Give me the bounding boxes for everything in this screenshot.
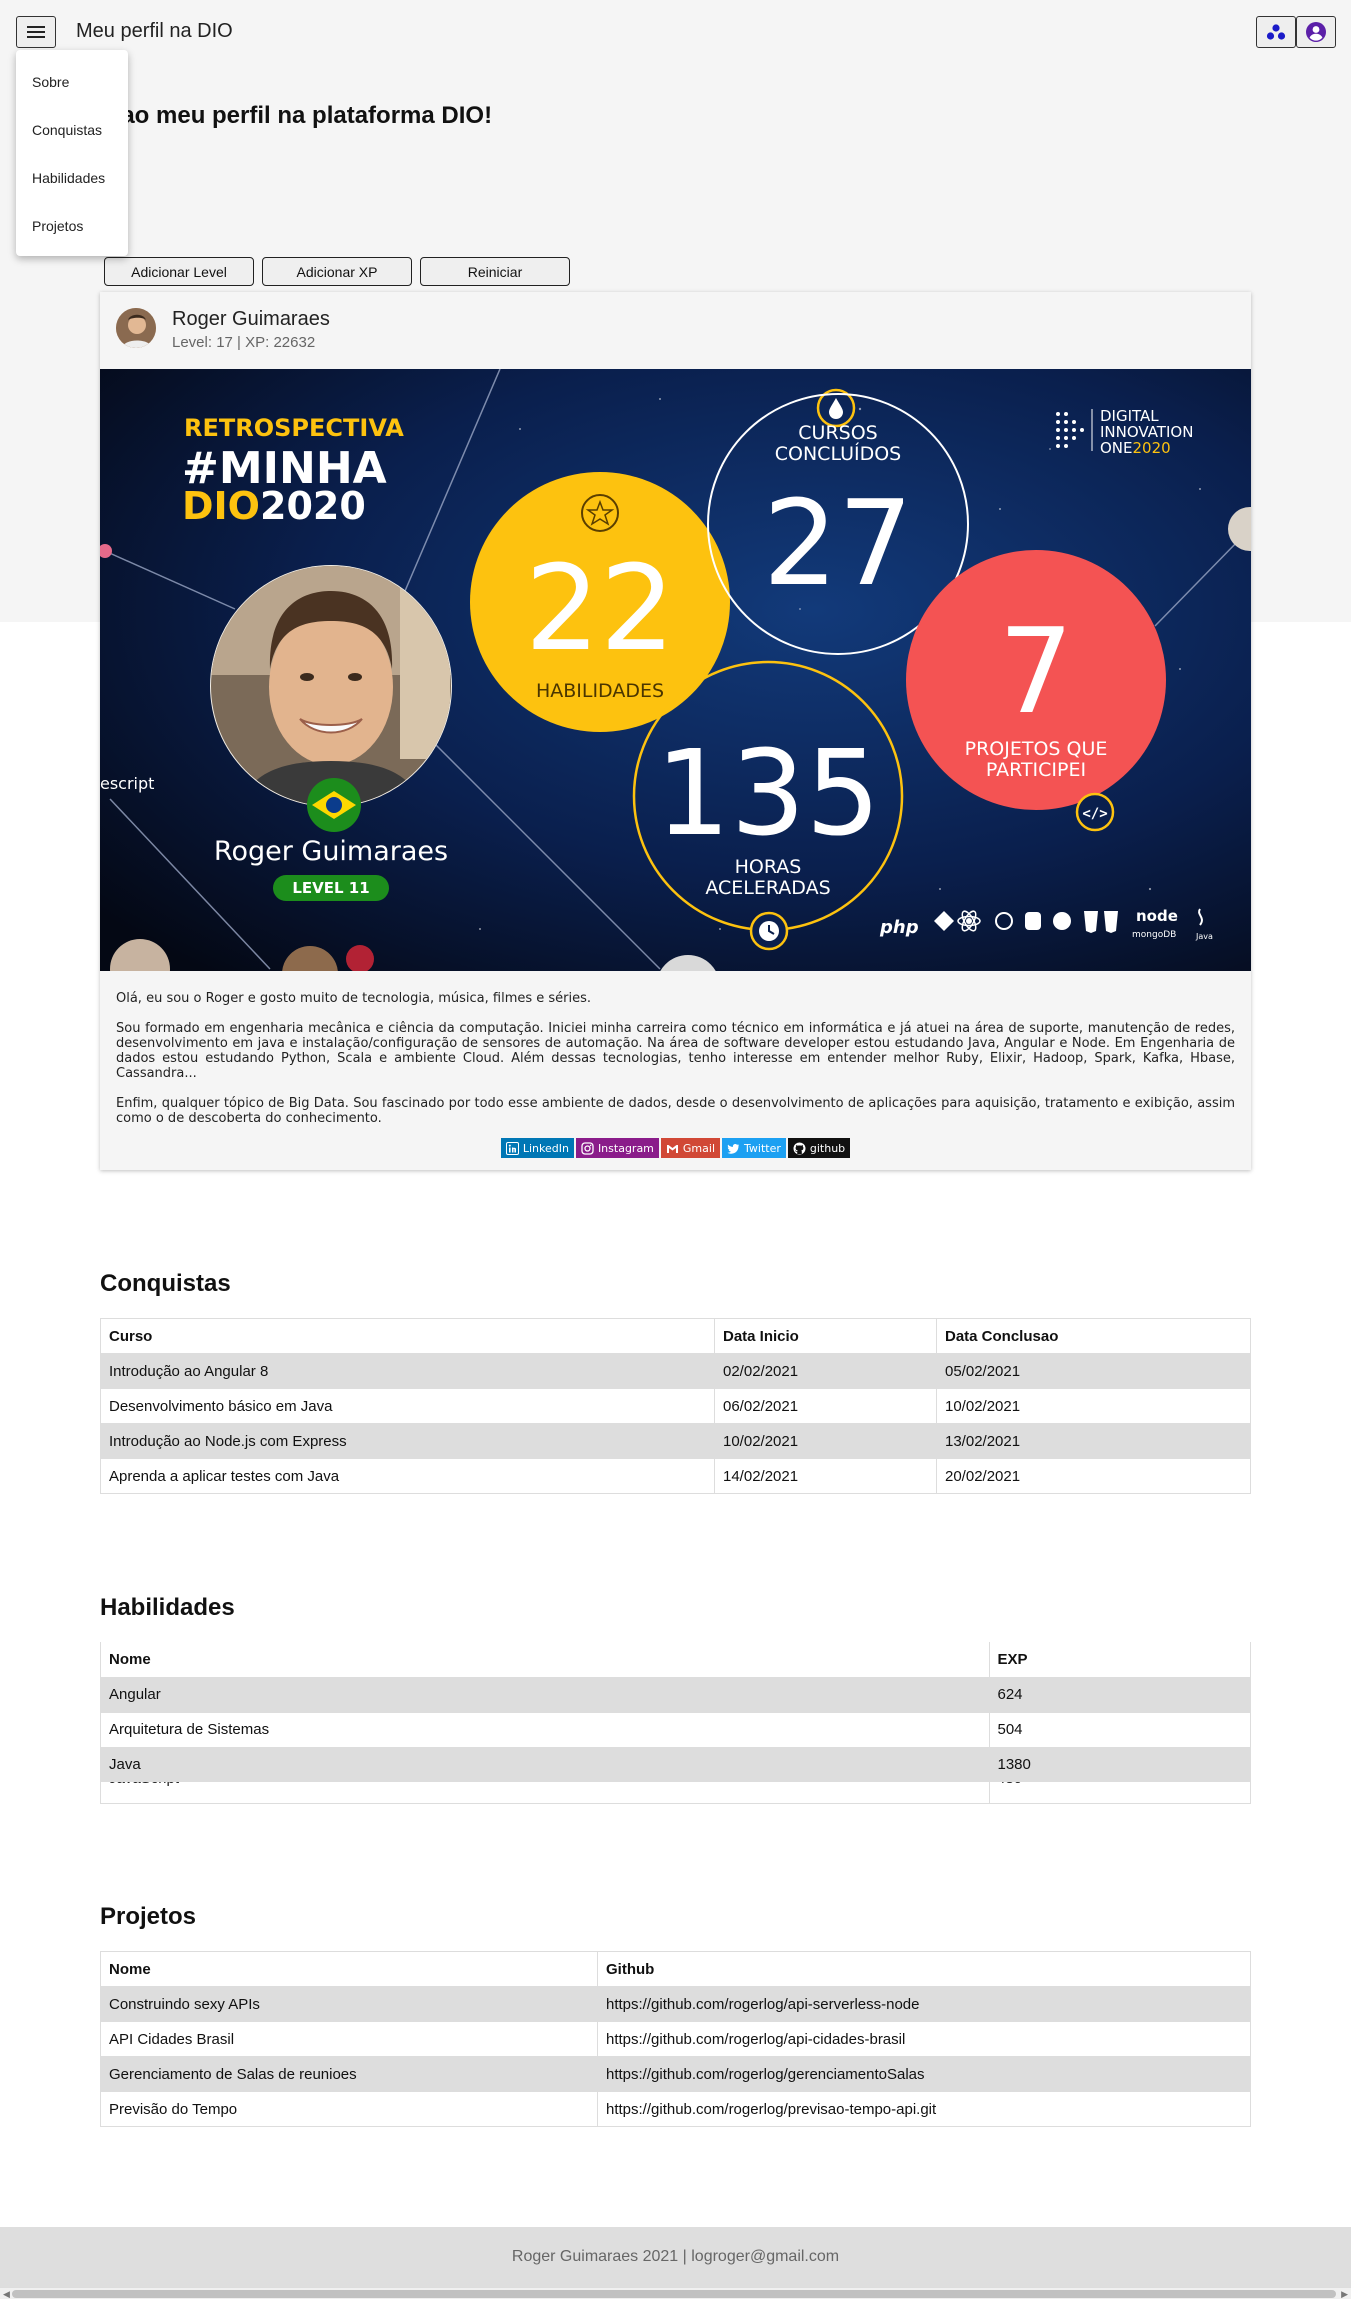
scroll-right-arrow-icon[interactable]: ▶: [1341, 2288, 1348, 2300]
courses-number: 27: [763, 474, 913, 612]
gmail-icon: [666, 1144, 678, 1153]
profile-card: Roger Guimaraes Level: 17 | XP: 22632 RE…: [100, 292, 1251, 1170]
svg-text:escript: escript: [100, 774, 154, 793]
table-row: Introdução ao Angular 8 02/02/2021 05/02…: [100, 1353, 1251, 1389]
column-header: Nome: [101, 1642, 990, 1678]
column-header: Data Conclusao: [936, 1318, 1251, 1354]
section-title-habilidades: Habilidades: [100, 1594, 235, 1621]
svg-text:CURSOS: CURSOS: [798, 422, 877, 444]
github-link[interactable]: https://github.com/rogerlog/previsao-tem…: [597, 2091, 1251, 2127]
svg-text:CONCLUÍDOS: CONCLUÍDOS: [775, 442, 902, 465]
column-header: Github: [597, 1951, 1251, 1987]
profile-name: Roger Guimaraes: [172, 308, 330, 330]
profile-bio: Olá, eu sou o Roger e gosto muito de tec…: [116, 991, 1235, 1141]
banner-year-text: 2020: [260, 484, 366, 528]
table-row: Arquitetura de Sistemas 504: [101, 1711, 1250, 1748]
instagram-icon: [581, 1141, 594, 1155]
banner-person-name: Roger Guimaraes: [214, 836, 448, 867]
linkedin-icon: [505, 1141, 519, 1155]
table-row: Introdução ao Node.js com Express 10/02/…: [100, 1423, 1251, 1459]
section-title-conquistas: Conquistas: [100, 1270, 231, 1297]
conquistas-table: Curso Data Inicio Data Conclusao Introdu…: [100, 1318, 1251, 1494]
avatar: [116, 308, 156, 348]
habilidades-table: Nome EXP Angular 624 Arquitetura de Sist…: [101, 1642, 1250, 1782]
habilidades-table-container[interactable]: JavaScript 480 Nome EXP Angular 624 Arqu…: [100, 1642, 1251, 1804]
add-level-button[interactable]: Adicionar Level: [104, 257, 254, 286]
section-title-projetos: Projetos: [100, 1903, 197, 1930]
column-header: Nome: [100, 1951, 598, 1987]
twitter-icon: [727, 1143, 739, 1154]
welcome-heading: o ao meu perfil na plataforma DIO!: [100, 102, 493, 129]
banner-level-pill: LEVEL 11: [292, 879, 369, 897]
github-link[interactable]: https://github.com/rogerlog/gerenciament…: [597, 2056, 1251, 2092]
scrollbar-thumb[interactable]: [12, 2290, 1336, 2298]
table-row: API Cidades Brasil https://github.com/ro…: [100, 2021, 1251, 2057]
svg-text:ONE2020: ONE2020: [1100, 439, 1171, 457]
column-header: EXP: [989, 1642, 1250, 1678]
horizontal-scrollbar[interactable]: ◀ ▶: [0, 2287, 1351, 2299]
app-title: Meu perfil na DIO: [76, 20, 233, 42]
footer: Roger Guimaraes 2021 | logroger@gmail.co…: [0, 2227, 1351, 2287]
profile-level-xp: Level: 17 | XP: 22632: [172, 334, 316, 351]
svg-text:PARTICIPEI: PARTICIPEI: [986, 759, 1086, 781]
github-link[interactable]: https://github.com/rogerlog/api-serverle…: [597, 1986, 1251, 2022]
table-row: Angular 624: [101, 1677, 1250, 1712]
menu-item-projetos[interactable]: Projetos: [16, 202, 128, 250]
github-icon: [793, 1142, 806, 1154]
svg-text:Java: Java: [1195, 932, 1213, 941]
instagram-badge[interactable]: Instagram: [575, 1138, 659, 1158]
hours-number: 135: [655, 724, 880, 862]
gmail-badge[interactable]: Gmail: [660, 1138, 720, 1158]
bio-paragraph-1: Olá, eu sou o Roger e gosto muito de tec…: [116, 991, 592, 1006]
table-row: Gerenciamento de Salas de reunioes https…: [100, 2056, 1251, 2092]
table-row: Java 1380: [101, 1747, 1250, 1782]
skills-label: HABILIDADES: [536, 680, 664, 702]
menu-item-sobre[interactable]: Sobre: [16, 58, 128, 106]
column-header: Curso: [100, 1318, 715, 1354]
svg-text:php: php: [879, 917, 919, 938]
bio-paragraph-3: Enfim, qualquer tópico de Big Data. Sou …: [116, 1096, 1235, 1126]
projects-number: 7: [998, 602, 1073, 740]
table-row: Previsão do Tempo https://github.com/rog…: [100, 2091, 1251, 2127]
menu-item-habilidades[interactable]: Habilidades: [16, 154, 128, 202]
svg-text:HORAS: HORAS: [735, 856, 802, 878]
footer-text: Roger Guimaraes 2021 | logroger@gmail.co…: [511, 2248, 840, 2265]
social-badges: LinkedIn Instagram Gmail Twitter github: [100, 1138, 1251, 1158]
account-button[interactable]: [1296, 16, 1336, 48]
menu-button[interactable]: [16, 16, 56, 48]
skills-number: 22: [525, 539, 675, 677]
top-app-bar: Meu perfil na DIO: [0, 0, 1351, 64]
svg-text:node: node: [1136, 907, 1178, 925]
svg-text:DIO2020: DIO2020: [182, 484, 366, 528]
projetos-table: Nome Github Construindo sexy APIs https:…: [100, 1951, 1251, 2127]
retrospective-banner-image: RETROSPECTIVA #MINHA DIO2020 DIGITAL INN…: [100, 369, 1251, 971]
banner-dio-text: DIO: [182, 484, 260, 528]
table-row: Aprenda a aplicar testes com Java 14/02/…: [100, 1458, 1251, 1494]
bio-paragraph-2: Sou formado em engenharia mecânica e ciê…: [116, 1021, 1235, 1081]
column-header: Data Inicio: [714, 1318, 937, 1354]
organization-button[interactable]: [1256, 16, 1296, 48]
hamburger-icon: [27, 26, 45, 38]
bubble-chart-icon: [1266, 24, 1286, 40]
table-row: Construindo sexy APIs https://github.com…: [100, 1986, 1251, 2022]
svg-text:mongoDB: mongoDB: [1132, 930, 1176, 940]
linkedin-badge[interactable]: LinkedIn: [500, 1138, 574, 1158]
banner-retro-text: RETROSPECTIVA: [184, 414, 404, 442]
table-row: Desenvolvimento básico em Java 06/02/202…: [100, 1388, 1251, 1424]
reset-button[interactable]: Reiniciar: [420, 257, 570, 286]
github-link[interactable]: https://github.com/rogerlog/api-cidades-…: [597, 2021, 1251, 2057]
navigation-menu: Sobre Conquistas Habilidades Projetos: [16, 50, 128, 256]
github-badge[interactable]: github: [787, 1138, 851, 1158]
twitter-badge[interactable]: Twitter: [722, 1138, 786, 1158]
add-xp-button[interactable]: Adicionar XP: [262, 257, 412, 286]
account-circle-icon: [1306, 22, 1326, 42]
svg-text:</>: </>: [1082, 806, 1107, 822]
menu-item-conquistas[interactable]: Conquistas: [16, 106, 128, 154]
scroll-left-arrow-icon[interactable]: ◀: [3, 2288, 10, 2300]
svg-text:PROJETOS QUE: PROJETOS QUE: [965, 738, 1108, 760]
svg-text:ACELERADAS: ACELERADAS: [705, 877, 830, 899]
